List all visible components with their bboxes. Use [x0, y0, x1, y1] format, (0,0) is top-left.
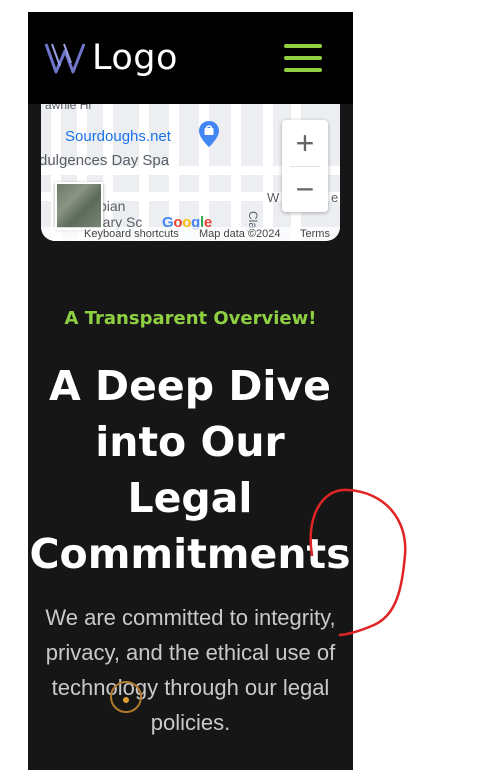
map-place-label[interactable]: Sourdoughs.net [65, 128, 171, 145]
map-zoom-control: + − [282, 120, 328, 212]
hamburger-menu-icon[interactable] [284, 42, 324, 74]
map-label: W [267, 190, 280, 205]
page: Logo awhie Hr Sourdoughs.net dulgences D… [0, 0, 495, 783]
intro-paragraph: We are committed to integrity, privacy, … [45, 605, 336, 735]
cursor-dot-icon [123, 697, 129, 703]
menu-bar [284, 44, 322, 48]
headline-line: A Deep Dive [49, 362, 331, 410]
site-logo[interactable]: Logo [44, 38, 178, 78]
satellite-view-toggle[interactable] [55, 182, 103, 230]
map-data-label: Map data ©2024 [199, 228, 281, 240]
section-eyebrow: A Transparent Overview! [64, 308, 317, 329]
map-label: e [331, 190, 339, 205]
zoom-out-button[interactable]: − [282, 166, 328, 212]
mobile-viewport: Logo awhie Hr Sourdoughs.net dulgences D… [28, 12, 353, 770]
menu-bar [284, 56, 322, 60]
headline-line: into Our [95, 418, 285, 466]
zoom-in-button[interactable]: + [282, 120, 328, 166]
map-attribution-bar: Keyboard shortcuts Map data ©2024 Terms [41, 227, 340, 241]
menu-bar [284, 68, 322, 72]
logo-w-icon [44, 43, 86, 74]
terms-link[interactable]: Terms [300, 227, 330, 241]
shopping-pin-icon[interactable] [198, 120, 220, 148]
map-label: dulgences Day Spa [41, 152, 170, 169]
map-label: awhie Hr [45, 104, 93, 112]
logo-text: Logo [92, 38, 178, 78]
site-header: Logo [28, 12, 353, 104]
embedded-map[interactable]: awhie Hr Sourdoughs.net dulgences Day Sp… [41, 104, 340, 241]
keyboard-shortcuts-link[interactable]: Keyboard shortcuts [84, 227, 179, 241]
red-annotation-mark [309, 488, 407, 637]
